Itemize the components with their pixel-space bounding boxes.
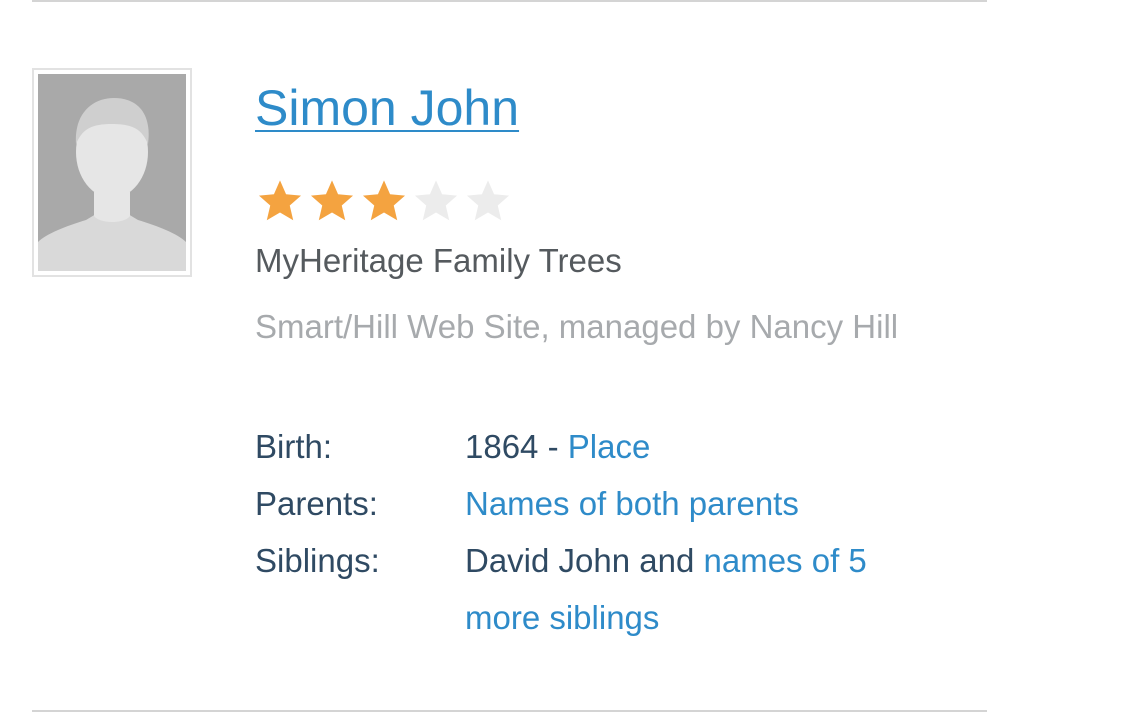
birth-value: 1864 - Place — [465, 418, 945, 475]
star-empty-icon — [466, 180, 510, 221]
star-empty-icon — [414, 180, 458, 221]
top-divider — [32, 0, 987, 2]
fact-row-siblings: Siblings: David John and names of 5 more… — [255, 532, 945, 646]
star-filled-icon — [362, 180, 406, 221]
parents-label: Parents: — [255, 485, 378, 522]
birth-place-link[interactable]: Place — [568, 428, 651, 465]
birth-separator: - — [538, 428, 568, 465]
profile-photo-placeholder[interactable] — [32, 68, 192, 277]
person-name-link[interactable]: Simon John — [255, 78, 519, 138]
facts-list: Birth: 1864 - Place Parents: Names of bo… — [255, 418, 945, 646]
birth-label: Birth: — [255, 428, 333, 465]
fact-row-parents: Parents: Names of both parents — [255, 475, 945, 532]
bottom-divider — [32, 710, 987, 712]
search-result-page: Simon John MyHeritage Family Trees Smart… — [0, 0, 1146, 716]
birth-year: 1864 — [465, 428, 539, 465]
silhouette-placeholder-icon — [38, 74, 186, 271]
record-site: Smart/Hill Web Site, managed by Nancy Hi… — [255, 308, 899, 345]
star-filled-icon — [310, 180, 354, 221]
record-source: MyHeritage Family Trees — [255, 242, 622, 279]
siblings-label: Siblings: — [255, 542, 380, 579]
star-filled-icon — [258, 180, 302, 221]
parents-value: Names of both parents — [465, 475, 945, 532]
fact-row-birth: Birth: 1864 - Place — [255, 418, 945, 475]
parents-link[interactable]: Names of both parents — [465, 485, 799, 522]
match-rating-stars — [254, 175, 514, 227]
siblings-known: David John and — [465, 542, 704, 579]
siblings-value: David John and names of 5 more siblings — [465, 532, 945, 646]
